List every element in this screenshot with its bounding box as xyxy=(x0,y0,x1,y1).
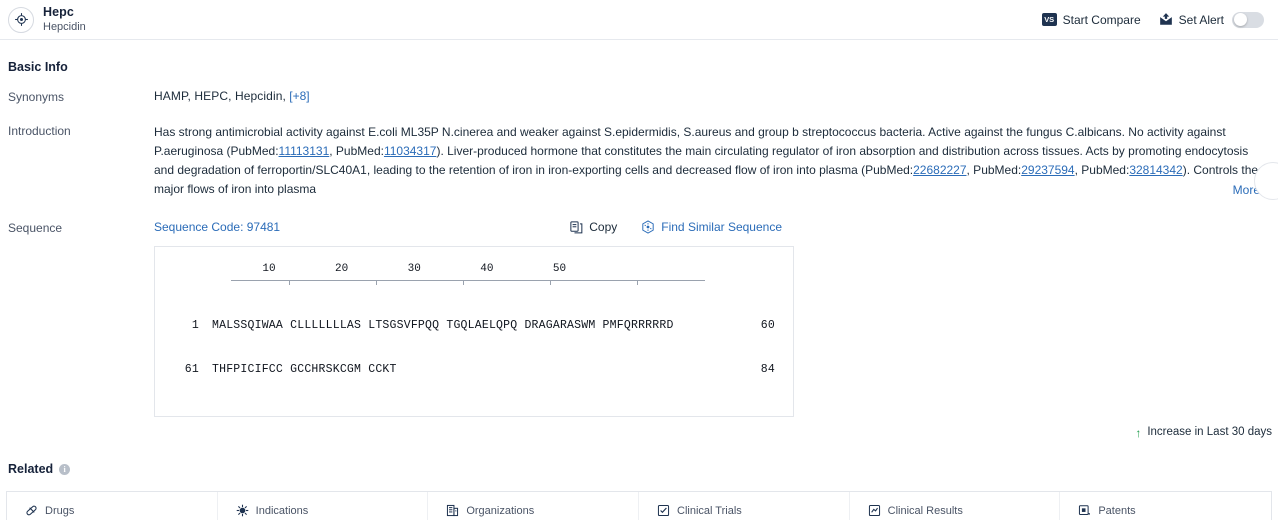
set-alert-control[interactable]: Set Alert xyxy=(1159,11,1264,28)
info-icon[interactable]: i xyxy=(59,463,71,475)
card-label: Organizations xyxy=(466,504,535,517)
intro-segment-5: , PubMed: xyxy=(1074,163,1130,177)
introduction-value: Has strong antimicrobial activity agains… xyxy=(154,123,1272,199)
building-icon xyxy=(446,504,459,517)
copy-label: Copy xyxy=(589,220,618,234)
related-card-drugs[interactable]: Drugs 13 xyxy=(7,492,218,520)
intro-segment-2: , PubMed: xyxy=(329,144,384,158)
sequence-line: 1 MALSSQIWAA CLLLLLLLAS LTSGSVFPQQ TGQLA… xyxy=(173,319,775,332)
increase-arrow-icon: ↑ xyxy=(1135,426,1142,440)
basic-info-heading: Basic Info xyxy=(8,60,68,74)
start-compare-label: Start Compare xyxy=(1062,12,1141,27)
sequence-row: Sequence Sequence Code: 97481 Copy Find … xyxy=(6,220,1272,417)
page-subtitle: Hepcidin xyxy=(43,20,86,33)
increase-legend: ↑ Increase in Last 30 days xyxy=(1135,426,1272,440)
copy-icon xyxy=(570,220,583,234)
sequence-residues: MALSSQIWAA CLLLLLLLAS LTSGSVFPQQ TGQLAEL… xyxy=(212,319,674,332)
find-similar-label: Find Similar Sequence xyxy=(661,220,782,234)
sequence-end-index: 60 xyxy=(760,319,775,332)
clinical-trial-icon xyxy=(657,504,670,517)
header-actions: VS Start Compare Set Alert xyxy=(1041,11,1270,28)
page-root: Hepc Hepcidin VS Start Compare Set Alert xyxy=(0,0,1278,520)
target-crosshair-icon xyxy=(8,6,34,33)
synonyms-label: Synonyms xyxy=(8,90,65,104)
start-compare-button[interactable]: VS Start Compare xyxy=(1041,12,1141,27)
card-label: Clinical Trials xyxy=(677,504,742,517)
synonyms-text: HAMP, HEPC, Hepcidin, xyxy=(154,89,286,103)
synonyms-value: HAMP, HEPC, Hepcidin, [+8] xyxy=(154,89,1272,104)
card-label: Patents xyxy=(1098,504,1136,517)
pubmed-link-3[interactable]: 22682227 xyxy=(913,163,966,177)
sequence-ruler: 10 20 30 40 50 xyxy=(203,263,775,289)
sequence-rows: 1 MALSSQIWAA CLLLLLLLAS LTSGSVFPQQ TGQLA… xyxy=(173,289,775,402)
card-label: Clinical Results xyxy=(887,504,963,517)
sequence-label: Sequence xyxy=(8,221,63,235)
vs-icon: VS xyxy=(1041,13,1057,26)
pubmed-link-2[interactable]: 11034317 xyxy=(384,144,437,158)
alert-envelope-icon xyxy=(1159,13,1173,26)
synonyms-more-link[interactable]: [+8] xyxy=(289,89,309,103)
page-title: Hepc xyxy=(43,5,74,20)
sequence-start-index: 1 xyxy=(191,319,199,332)
sequence-value: Sequence Code: 97481 Copy Find Similar S… xyxy=(154,220,1272,417)
set-alert-label: Set Alert xyxy=(1178,12,1224,27)
introduction-row: Introduction Has strong antimicrobial ac… xyxy=(6,123,1272,199)
sequence-end-index: 84 xyxy=(760,363,775,376)
related-card-organizations[interactable]: Organizations 17 xyxy=(428,492,639,520)
sequence-tools: Copy Find Similar Sequence xyxy=(570,220,1272,234)
card-label: Drugs xyxy=(45,504,75,517)
introduction-text: Has strong antimicrobial activity agains… xyxy=(154,123,1266,199)
find-similar-sequence-button[interactable]: Find Similar Sequence xyxy=(641,220,782,234)
pubmed-link-1[interactable]: 11113131 xyxy=(279,144,330,158)
synonyms-row: Synonyms HAMP, HEPC, Hepcidin, [+8] xyxy=(6,89,1272,104)
page-body: Basic Info Synonyms HAMP, HEPC, Hepcidin… xyxy=(0,60,1278,520)
sequence-line: 61 THFPICIFCC GCCHRSKCGM CCKT 84 xyxy=(173,363,775,376)
intro-segment-4: , PubMed: xyxy=(966,163,1022,177)
sequence-ruler-bar xyxy=(231,280,705,286)
clinical-result-icon xyxy=(868,504,881,517)
related-title: Related xyxy=(8,462,54,476)
card-label: Indications xyxy=(255,504,309,517)
pill-icon xyxy=(25,504,38,517)
related-card-clinical-trials[interactable]: Clinical Trials 35 ↑ 1 xyxy=(639,492,850,520)
pubmed-link-5[interactable]: 32814342 xyxy=(1129,163,1182,177)
sequence-header: Sequence Code: 97481 Copy Find Similar S… xyxy=(154,220,1272,234)
related-card-indications[interactable]: Indications 19 xyxy=(218,492,429,520)
set-alert-toggle[interactable] xyxy=(1232,11,1264,28)
app-header: Hepc Hepcidin VS Start Compare Set Alert xyxy=(0,0,1278,40)
introduction-label: Introduction xyxy=(8,124,71,138)
sequence-start-index: 61 xyxy=(184,363,199,376)
related-card-clinical-results[interactable]: Clinical Results 11 xyxy=(850,492,1061,520)
sequence-residues: THFPICIFCC GCCHRSKCGM CCKT xyxy=(212,363,397,376)
patent-icon xyxy=(1078,504,1091,517)
sequence-ruler-numbers: 10 20 30 40 50 xyxy=(203,263,567,275)
sequence-box: 10 20 30 40 50 1 MALSSQIWAA CLLLLLLLAS L… xyxy=(154,246,794,417)
copy-button[interactable]: Copy xyxy=(570,220,617,234)
increase-legend-label: Increase in Last 30 days xyxy=(1147,426,1272,438)
related-card-patents[interactable]: Patents 2,060 ↑ 11 xyxy=(1060,492,1271,520)
brand-block: Hepc Hepcidin xyxy=(4,6,86,33)
pubmed-link-4[interactable]: 29237594 xyxy=(1021,163,1074,177)
related-cards-grid: Drugs 13 xyxy=(6,491,1272,520)
virus-icon xyxy=(236,504,249,517)
sequence-code[interactable]: Sequence Code: 97481 xyxy=(154,220,280,234)
related-heading: Related i xyxy=(8,462,1272,476)
similar-sequence-icon xyxy=(641,220,655,234)
